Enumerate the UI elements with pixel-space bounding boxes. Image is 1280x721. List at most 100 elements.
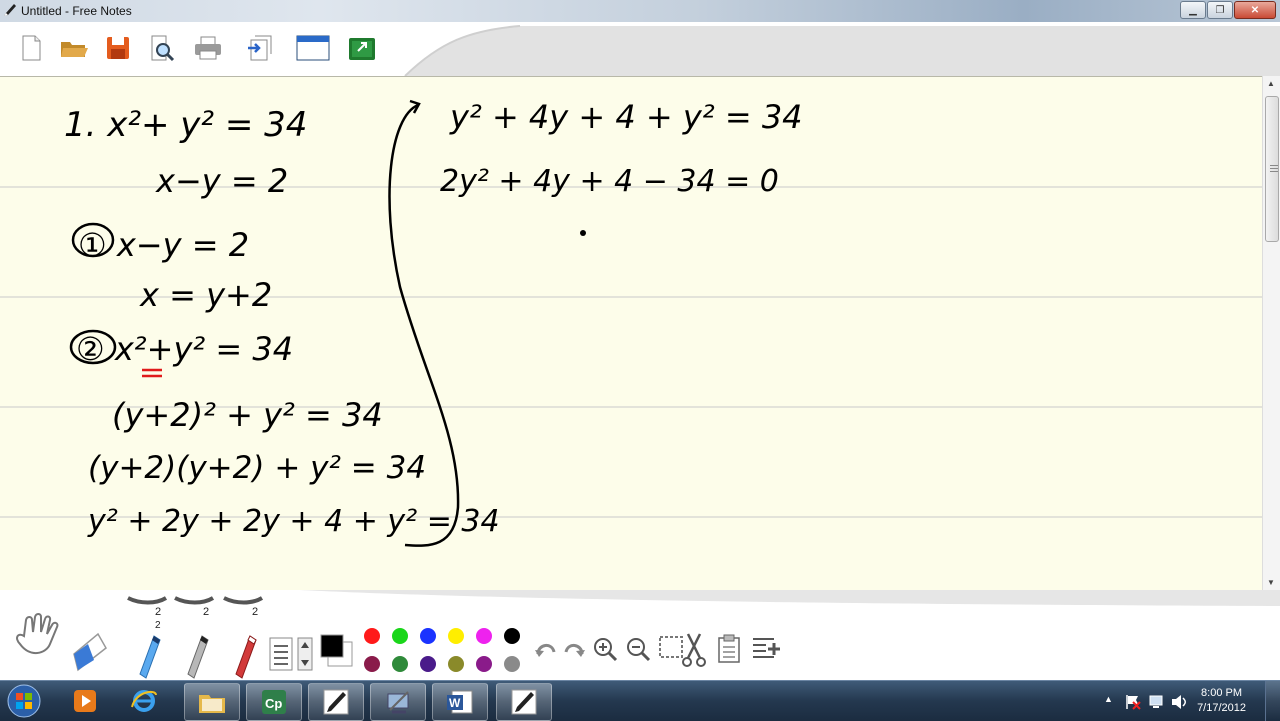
save-button[interactable]	[101, 32, 135, 64]
taskbar: Cp W ▲ 8:00 PM 7/17/2012	[0, 680, 1280, 721]
board-exit-icon	[349, 38, 375, 60]
insert-space-button[interactable]	[750, 634, 782, 669]
zoom-out-icon	[627, 638, 651, 662]
marker-red-icon	[235, 635, 257, 679]
exit-button[interactable]	[345, 32, 379, 64]
color-swatch-green[interactable]	[392, 628, 408, 644]
taskbar-network-tool[interactable]	[370, 683, 426, 721]
color-swatch-dark-green[interactable]	[392, 656, 408, 672]
cp-app-icon: Cp	[262, 690, 286, 714]
close-button[interactable]: ✕	[1234, 1, 1276, 19]
action-center-flag-icon[interactable]	[1124, 693, 1142, 711]
zoom-out-button[interactable]	[625, 636, 651, 667]
taskbar-internet-explorer[interactable]	[118, 683, 170, 719]
network-tray-icon[interactable]	[1148, 693, 1166, 711]
redo-icon	[564, 644, 585, 657]
page-export-icon	[248, 35, 272, 61]
color-swatch-plum[interactable]	[476, 656, 492, 672]
color-swatch-black[interactable]	[504, 628, 520, 644]
pen-size-label: 2	[155, 606, 162, 618]
volume-icon[interactable]	[1170, 693, 1190, 711]
scroll-up-icon[interactable]: ▲	[1267, 79, 1275, 88]
color-swatch-gray[interactable]	[504, 656, 520, 672]
color-swatch-magenta[interactable]	[476, 628, 492, 644]
taskbar-media-player[interactable]	[60, 683, 110, 719]
pen-blue-icon	[139, 635, 161, 679]
scroll-thumb[interactable]	[1265, 96, 1279, 242]
hand-tool-button[interactable]	[10, 612, 66, 667]
open-button[interactable]	[57, 32, 91, 64]
drawing-toolbar: 2 2 2 2	[0, 590, 1280, 680]
svg-text:W: W	[449, 696, 461, 710]
taskbar-free-notes-1[interactable]	[308, 683, 364, 721]
line-style-button[interactable]	[268, 636, 316, 677]
export-button[interactable]	[243, 32, 277, 64]
taskbar-free-notes-2[interactable]	[496, 683, 552, 721]
note-line: (y+2)(y+2) + y² = 34	[88, 450, 427, 486]
note-line: y² + 4y + 4 + y² = 34	[450, 98, 803, 136]
cut-button[interactable]	[680, 632, 708, 673]
grip-icon	[1270, 165, 1278, 166]
restore-icon: ❐	[1215, 4, 1225, 16]
media-player-icon	[74, 690, 96, 712]
clock-time: 8:00 PM	[1201, 687, 1243, 699]
pen-tool-red-button[interactable]	[230, 634, 260, 680]
pen-tool-gray-button[interactable]	[182, 634, 212, 680]
color-swatch-red[interactable]	[364, 628, 380, 644]
start-button[interactable]	[4, 683, 44, 719]
redo-button[interactable]	[562, 638, 586, 667]
minimize-icon: ▁	[1189, 4, 1197, 16]
show-hidden-icons-icon[interactable]: ▲	[1104, 694, 1113, 704]
window-icon	[296, 35, 330, 61]
taskbar-word[interactable]: W	[432, 683, 488, 721]
free-notes-icon	[511, 689, 537, 715]
undo-icon	[535, 644, 556, 657]
color-swatch-purple[interactable]	[420, 656, 436, 672]
pen-size-label: 2	[203, 606, 210, 618]
color-swatch-icon	[320, 634, 353, 667]
pen-size-label: 2	[252, 606, 259, 618]
new-page-icon	[22, 35, 41, 61]
zoom-in-button[interactable]	[592, 636, 618, 667]
color-swatch-blue[interactable]	[420, 628, 436, 644]
paste-button[interactable]	[716, 634, 742, 669]
restore-button[interactable]: ❐	[1207, 1, 1233, 19]
note-line: x−y = 2	[156, 162, 289, 200]
note-line: ② x²+y² = 34	[76, 330, 294, 368]
zoom-in-icon	[594, 638, 618, 662]
taskbar-app-cp[interactable]: Cp	[246, 683, 302, 721]
color-swatch-olive[interactable]	[448, 656, 464, 672]
minimize-button[interactable]: ▁	[1180, 1, 1206, 19]
undo-button[interactable]	[534, 638, 558, 667]
close-icon: ✕	[1250, 4, 1260, 16]
window-view-button[interactable]	[296, 32, 330, 64]
magnifier-page-icon	[151, 35, 175, 62]
note-line: ① x−y = 2	[78, 226, 250, 264]
title-bar: Untitled - Free Notes ▁ ❐ ✕	[0, 0, 1280, 22]
svg-text:Cp: Cp	[265, 696, 282, 711]
show-desktop-button[interactable]	[1265, 681, 1280, 721]
clipboard-icon	[718, 634, 740, 663]
window-title: Untitled - Free Notes	[21, 4, 132, 18]
pen-gray-icon	[187, 635, 209, 679]
clock-date: 7/17/2012	[1197, 702, 1246, 714]
folder-icon	[199, 695, 225, 713]
color-swatch-maroon[interactable]	[364, 656, 380, 672]
new-note-button[interactable]	[14, 32, 48, 64]
color-swatch-yellow[interactable]	[448, 628, 464, 644]
current-color-swatch[interactable]	[320, 634, 354, 673]
scroll-down-icon[interactable]: ▼	[1267, 578, 1275, 587]
pen-tool-blue-button[interactable]	[134, 634, 164, 680]
taskbar-file-explorer[interactable]	[184, 683, 240, 721]
clock[interactable]: 8:00 PM 7/17/2012	[1197, 686, 1246, 716]
line-width-icon	[269, 637, 313, 671]
system-tray: ▲ 8:00 PM 7/17/2012	[1080, 681, 1280, 721]
insert-lines-icon	[753, 638, 780, 658]
note-line: 2y² + 4y + 4 − 34 = 0	[440, 164, 779, 199]
vertical-scrollbar[interactable]: ▲ ▼	[1262, 76, 1280, 590]
marker-size-label: 2	[155, 620, 161, 631]
eraser-tool-button[interactable]	[72, 630, 108, 679]
print-preview-button[interactable]	[145, 32, 179, 64]
app-icon	[4, 4, 16, 16]
print-button[interactable]	[191, 32, 225, 64]
